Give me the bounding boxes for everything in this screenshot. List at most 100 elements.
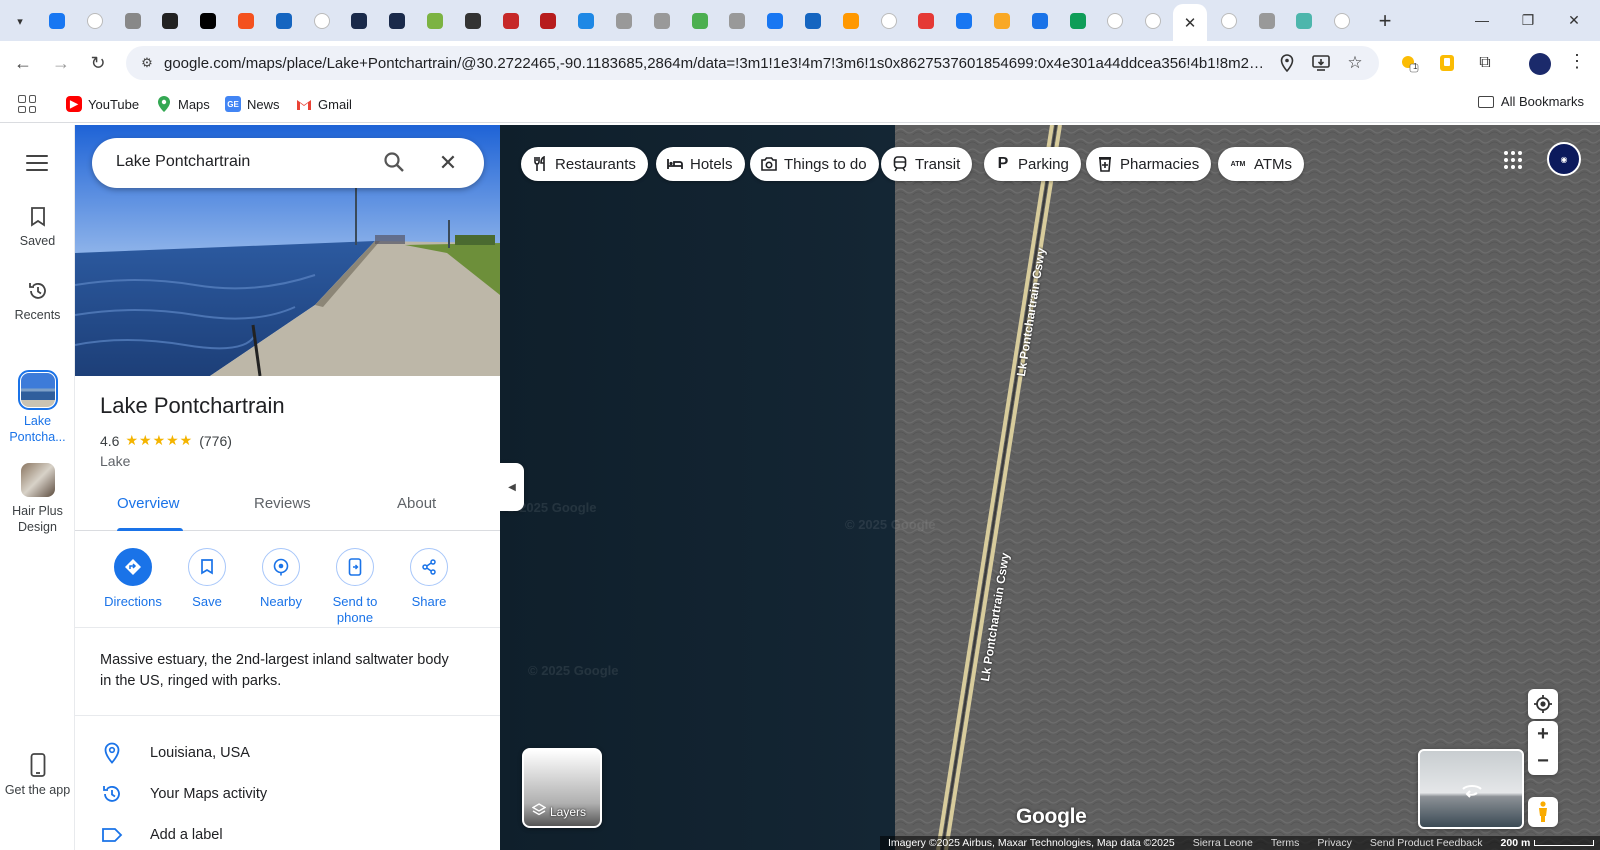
browser-tab[interactable]: [1324, 6, 1360, 36]
scale-label[interactable]: 200 m: [1501, 837, 1531, 849]
send-to-phone-button[interactable]: Send to phone: [317, 548, 393, 626]
zoom-in-button[interactable]: +: [1537, 721, 1549, 748]
tab-search-chevron-icon[interactable]: ▾: [8, 9, 32, 33]
browser-tab[interactable]: [77, 6, 113, 36]
extension-notes-icon[interactable]: [1437, 53, 1457, 73]
browser-tab[interactable]: [908, 6, 944, 36]
browser-tab[interactable]: [530, 6, 566, 36]
reload-icon[interactable]: ↻: [84, 49, 112, 77]
browser-tab-active[interactable]: ✕: [1173, 4, 1207, 41]
close-icon[interactable]: ✕: [436, 151, 460, 175]
tab-overview[interactable]: Overview: [117, 495, 180, 512]
save-button[interactable]: Save: [169, 548, 245, 610]
chip-things-to-do[interactable]: Things to do: [750, 147, 879, 181]
place-hero-photo[interactable]: Lake Pontchartrain ✕: [75, 125, 500, 376]
info-row-add-label[interactable]: Add a label: [75, 815, 500, 850]
browser-tab[interactable]: [946, 6, 982, 36]
review-count[interactable]: (776): [199, 433, 232, 449]
chip-parking[interactable]: P Parking: [984, 147, 1081, 181]
rail-item-recents[interactable]: Recents: [0, 279, 75, 322]
url-text[interactable]: google.com/maps/place/Lake+Pontchartrain…: [164, 55, 1264, 72]
browser-tab[interactable]: [1135, 6, 1171, 36]
browser-tab[interactable]: [417, 6, 453, 36]
browser-tab[interactable]: [1097, 6, 1133, 36]
apps-grid-icon[interactable]: [18, 95, 36, 113]
new-tab-button[interactable]: +: [1373, 9, 1397, 33]
address-bar[interactable]: ⚙ google.com/maps/place/Lake+Pontchartra…: [126, 46, 1379, 80]
tab-about[interactable]: About: [397, 495, 436, 512]
bookmark-star-icon[interactable]: ☆: [1345, 53, 1365, 73]
browser-tab[interactable]: [115, 6, 151, 36]
browser-tab[interactable]: [568, 6, 604, 36]
search-input[interactable]: Lake Pontchartrain: [116, 153, 250, 171]
nearby-button[interactable]: Nearby: [243, 548, 319, 610]
hamburger-menu-icon[interactable]: [26, 155, 48, 171]
footer-link-country[interactable]: Sierra Leone: [1193, 837, 1253, 849]
browser-tab[interactable]: [795, 6, 831, 36]
chip-restaurants[interactable]: Restaurants: [521, 147, 648, 181]
browser-tab[interactable]: [1060, 6, 1096, 36]
browser-menu-icon[interactable]: ⋮: [1568, 51, 1586, 72]
browser-tab[interactable]: [719, 6, 755, 36]
info-row-maps-activity[interactable]: Your Maps activity: [75, 774, 500, 814]
browser-tab[interactable]: [644, 6, 680, 36]
zoom-out-button[interactable]: −: [1537, 748, 1549, 775]
back-arrow-icon[interactable]: ←: [9, 49, 37, 77]
my-location-button[interactable]: [1528, 689, 1558, 719]
minimize-button[interactable]: —: [1459, 8, 1505, 32]
browser-tab[interactable]: [1022, 6, 1058, 36]
footer-link-terms[interactable]: Terms: [1271, 837, 1300, 849]
window-close-button[interactable]: ✕: [1551, 8, 1597, 32]
browser-tab[interactable]: [39, 6, 75, 36]
browser-tab[interactable]: [833, 6, 869, 36]
browser-tab[interactable]: [304, 6, 340, 36]
profile-avatar[interactable]: [1529, 53, 1551, 75]
search-icon[interactable]: [383, 151, 407, 175]
install-app-icon[interactable]: [1311, 53, 1331, 73]
forward-arrow-icon[interactable]: →: [47, 49, 75, 77]
info-row-address[interactable]: Louisiana, USA: [75, 733, 500, 773]
rail-item-hair-plus-design[interactable]: Hair Plus Design: [0, 463, 75, 535]
chip-pharmacies[interactable]: Pharmacies: [1086, 147, 1212, 181]
browser-tab[interactable]: [757, 6, 793, 36]
layers-button[interactable]: Layers: [522, 748, 602, 828]
browser-tab[interactable]: [228, 6, 264, 36]
browser-tab[interactable]: [266, 6, 302, 36]
street-view-preview[interactable]: [1418, 749, 1524, 829]
browser-tab[interactable]: [341, 6, 377, 36]
extension-weather-icon[interactable]: 1: [1399, 53, 1419, 73]
place-category[interactable]: Lake: [100, 453, 130, 469]
location-icon[interactable]: [1277, 53, 1297, 73]
bookmark-maps[interactable]: Maps: [156, 94, 210, 114]
account-avatar[interactable]: ◉: [1547, 142, 1581, 176]
site-info-icon[interactable]: ⚙: [138, 54, 156, 72]
browser-tab[interactable]: [606, 6, 642, 36]
browser-tab[interactable]: [455, 6, 491, 36]
chip-hotels[interactable]: Hotels: [656, 147, 745, 181]
rail-item-lake-pontchartrain[interactable]: Lake Pontcha...: [0, 370, 75, 445]
restore-button[interactable]: ❐: [1505, 8, 1551, 32]
share-button[interactable]: Share: [391, 548, 467, 610]
map-canvas[interactable]: Lk Pontchartrain Cswy Lk Pontchartrain C…: [500, 125, 1600, 850]
tab-reviews[interactable]: Reviews: [254, 495, 311, 512]
tab-close-icon[interactable]: ✕: [1184, 14, 1197, 32]
footer-link-privacy[interactable]: Privacy: [1317, 837, 1351, 849]
chip-transit[interactable]: Transit: [881, 147, 973, 181]
browser-tab[interactable]: [493, 6, 529, 36]
pegman-button[interactable]: [1528, 797, 1558, 827]
directions-button[interactable]: Directions: [95, 548, 171, 610]
bookmark-news[interactable]: GE News: [225, 94, 280, 114]
browser-tab[interactable]: [871, 6, 907, 36]
browser-tab[interactable]: [984, 6, 1020, 36]
rail-item-saved[interactable]: Saved: [0, 205, 75, 248]
browser-tab[interactable]: [379, 6, 415, 36]
browser-tab[interactable]: [1211, 6, 1247, 36]
browser-tab[interactable]: [190, 6, 226, 36]
all-bookmarks-button[interactable]: All Bookmarks: [1477, 94, 1584, 109]
footer-link-feedback[interactable]: Send Product Feedback: [1370, 837, 1483, 849]
collapse-panel-button[interactable]: ◀: [500, 463, 524, 511]
browser-tab[interactable]: [1249, 6, 1285, 36]
browser-tab[interactable]: [682, 6, 718, 36]
extensions-puzzle-icon[interactable]: ⧉: [1475, 53, 1495, 73]
browser-tab[interactable]: [1286, 6, 1322, 36]
